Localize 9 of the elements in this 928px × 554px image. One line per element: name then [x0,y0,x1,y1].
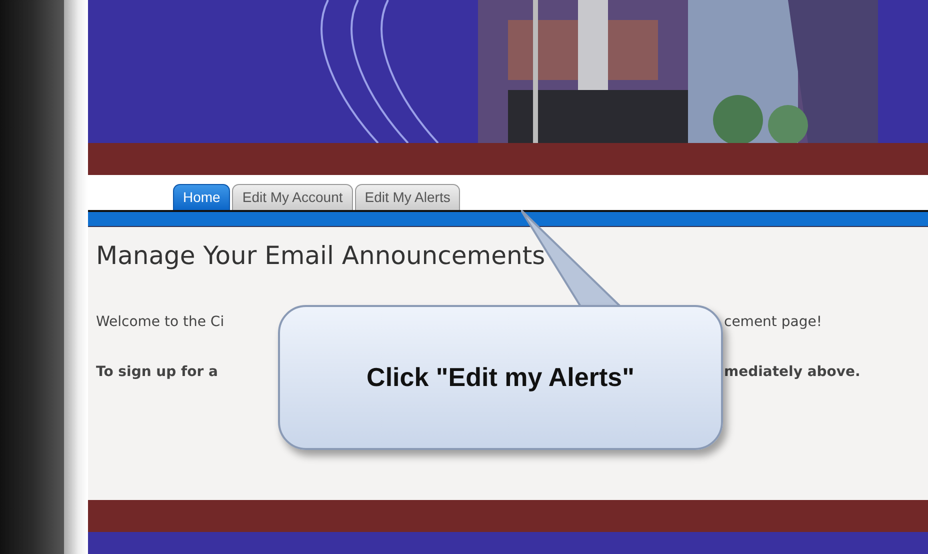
page-heading: Manage Your Email Announcements [96,241,546,271]
tab[interactable]: Edit My Alerts [354,184,460,210]
text-fragment: To sign up for a [96,363,219,382]
text-fragment: cement page! [724,313,822,332]
tab[interactable]: Home [173,184,230,210]
text-fragment: mediately above. [724,363,860,382]
text-fragment: Welcome to the Ci [96,313,226,332]
tab[interactable]: Edit My Account [232,184,353,210]
callout: Click "Edit my Alerts" [278,305,723,450]
